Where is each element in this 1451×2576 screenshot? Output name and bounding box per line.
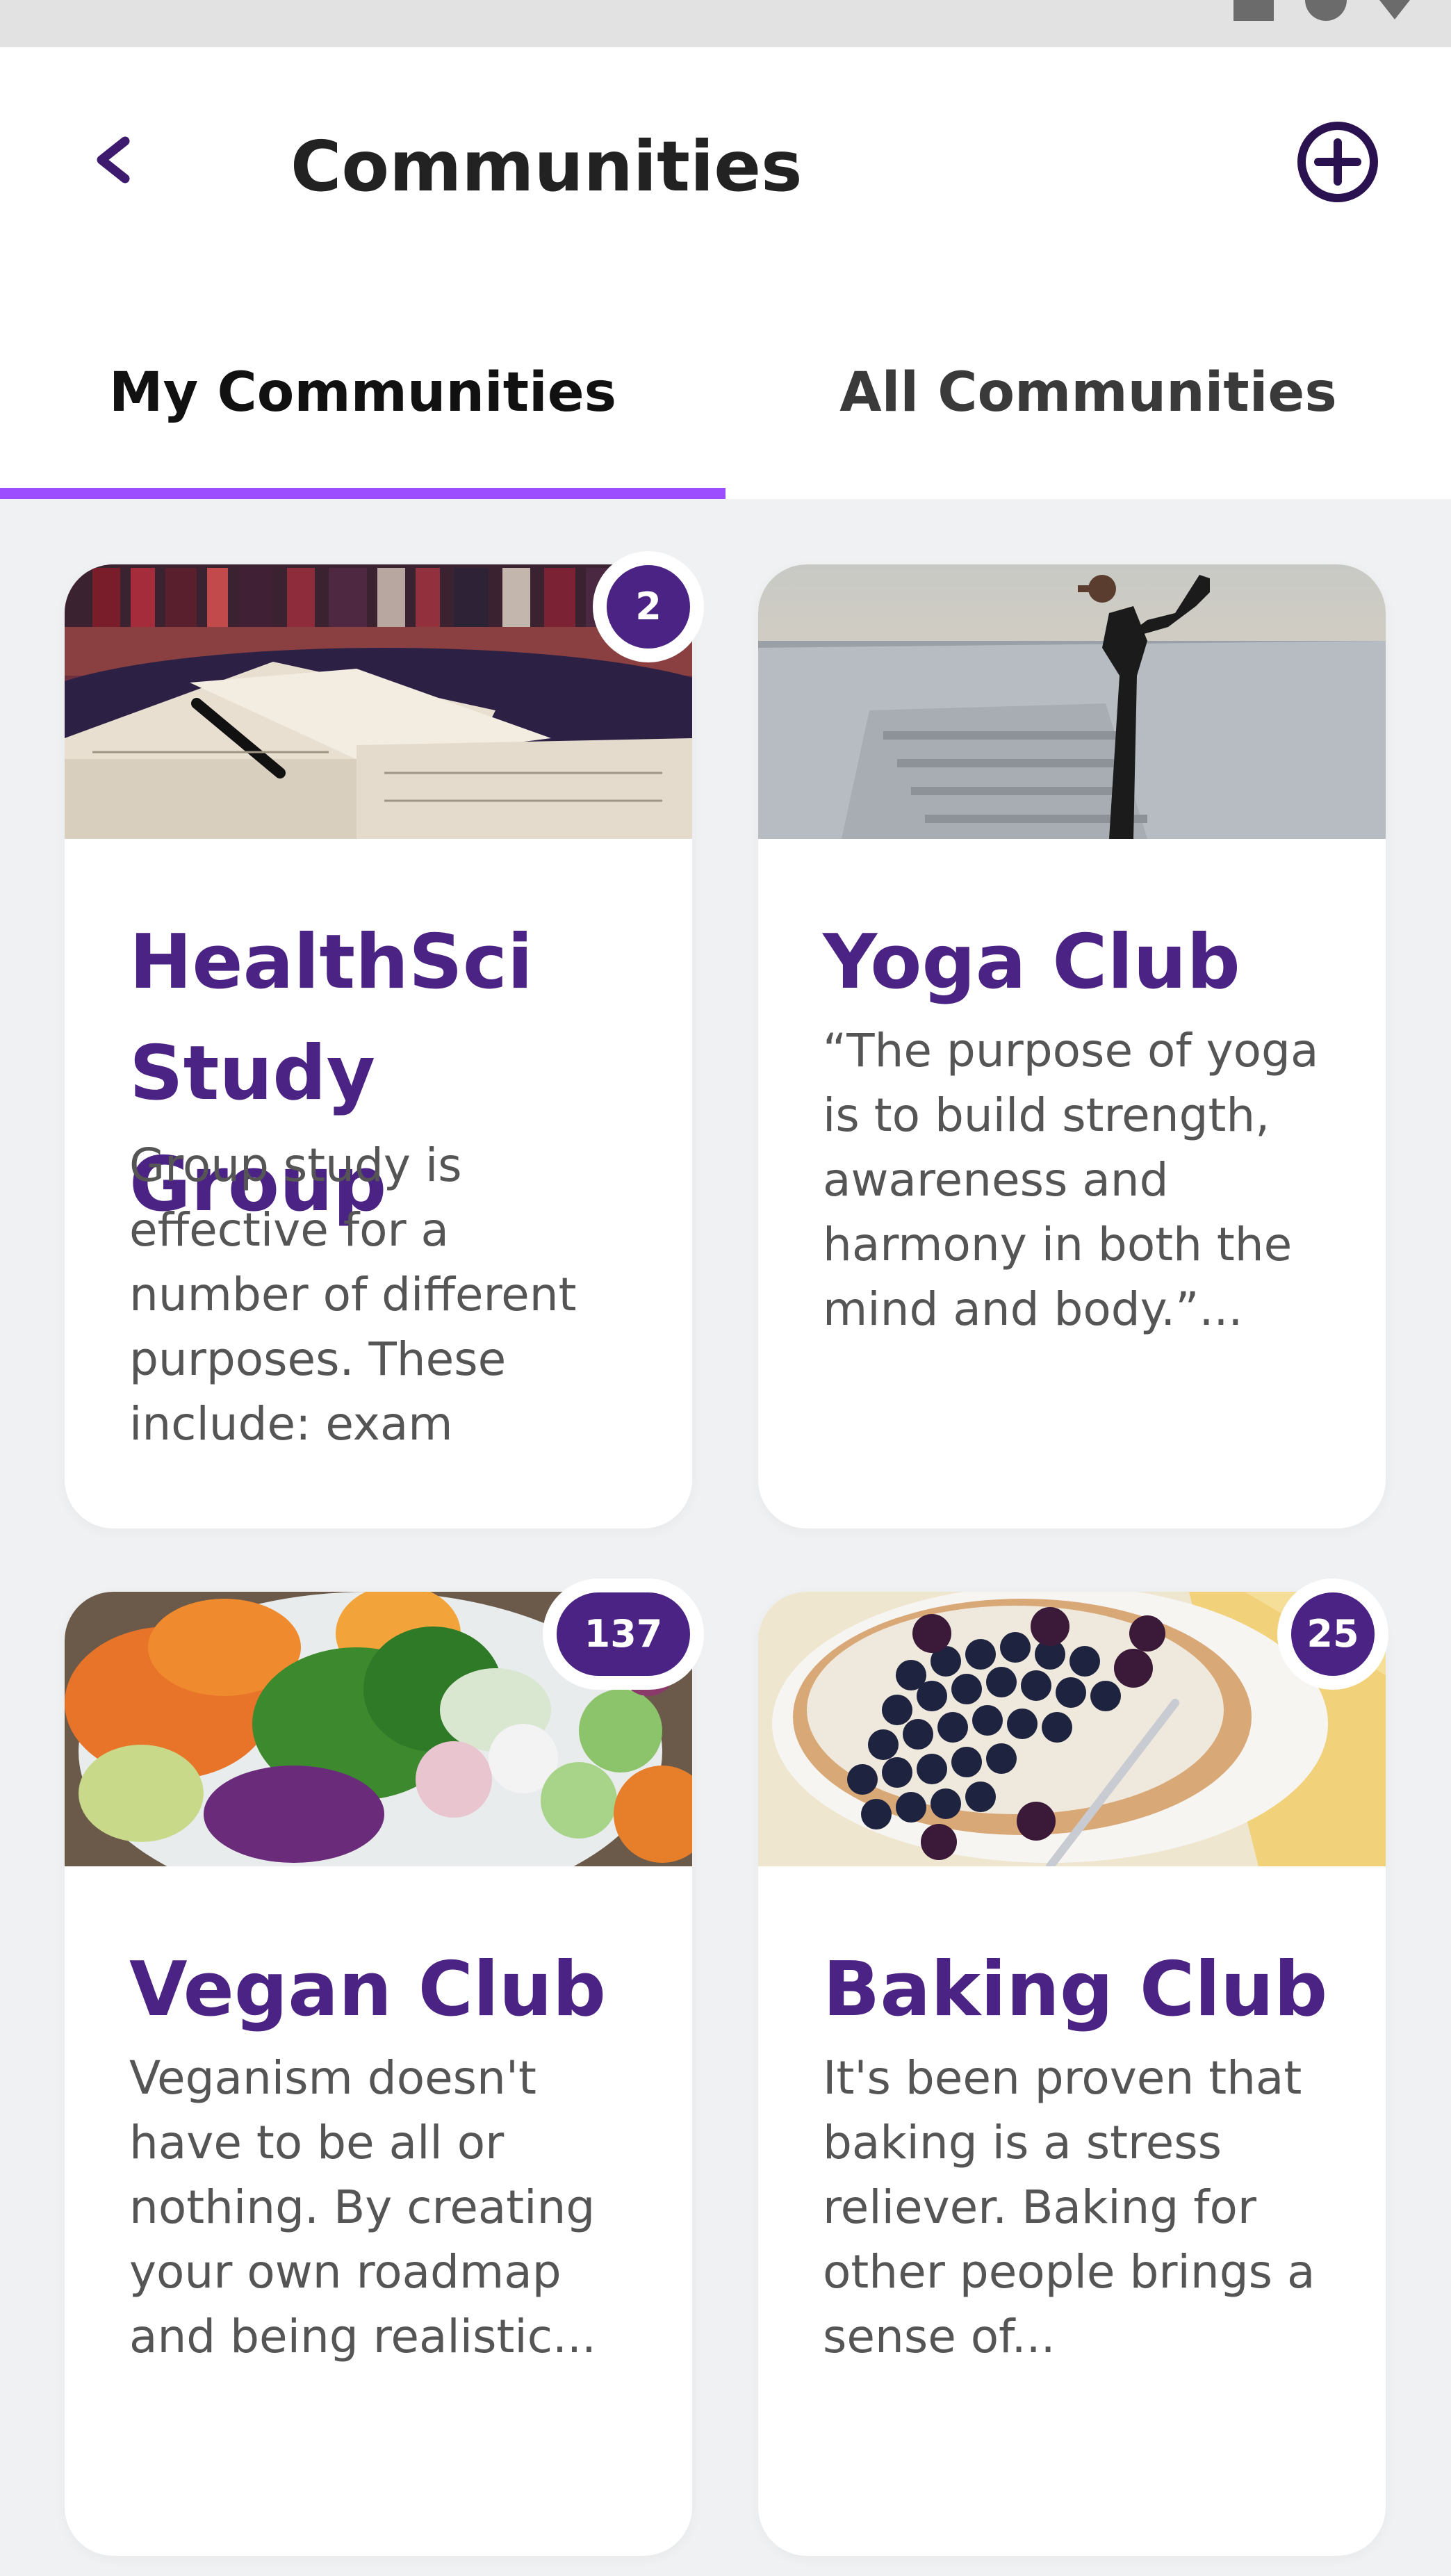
description-line: include: exam: [129, 1397, 453, 1451]
description-line: reliever. Baking for: [823, 2180, 1257, 2234]
battery-icon: [1379, 0, 1410, 19]
description-line: sense of...: [823, 2310, 1056, 2363]
community-card-healthsci[interactable]: HealthSci Study Group Group study is effe…: [65, 564, 692, 1529]
plus-circle-icon: [1297, 122, 1378, 202]
description-line: mind and body.”...: [823, 1282, 1243, 1336]
description-line: nothing. By creating: [129, 2180, 596, 2234]
description-line: Veganism doesn't: [129, 2051, 536, 2105]
description-line: harmony in both the: [823, 1218, 1293, 1271]
unread-count-badge: 25: [1291, 1592, 1375, 1676]
signal-icon: [1233, 0, 1274, 21]
status-bar: [0, 0, 1451, 47]
unread-count-badge: 2: [607, 565, 690, 649]
active-tab-indicator: [0, 488, 726, 499]
description-line: and being realistic...: [129, 2310, 596, 2363]
description-line: other people brings a: [823, 2245, 1315, 2299]
community-title: Vegan Club: [129, 1946, 607, 2033]
community-description: Veganism doesn't have to be all or nothing…: [129, 2046, 657, 2369]
community-description: “The purpose of yoga is to build strength…: [823, 1018, 1351, 1342]
community-title: Yoga Club: [823, 919, 1240, 1006]
description-line: baking is a stress: [823, 2116, 1222, 2169]
back-button[interactable]: [82, 115, 145, 205]
description-line: It's been proven that: [823, 2051, 1302, 2105]
description-line: is to build strength,: [823, 1089, 1270, 1142]
unread-badge-wrap: 137: [543, 1579, 704, 1690]
community-card-yoga[interactable]: Yoga Club “The purpose of yoga is to buil…: [758, 564, 1386, 1529]
add-community-button[interactable]: [1294, 118, 1382, 206]
unread-badge-wrap: 2: [593, 551, 704, 662]
page-title: Communities: [290, 126, 803, 207]
community-title: Baking Club: [823, 1946, 1328, 2033]
description-line: Group study is: [129, 1139, 462, 1192]
description-line: “The purpose of yoga: [823, 1024, 1319, 1077]
community-card-baking[interactable]: Baking Club It's been proven that baking …: [758, 1592, 1386, 2556]
unread-badge-wrap: 25: [1277, 1579, 1388, 1690]
tab-all-communities[interactable]: All Communities: [726, 348, 1451, 438]
unread-count-badge: 137: [557, 1592, 690, 1676]
description-line: purposes. These: [129, 1332, 507, 1386]
community-description: It's been proven that baking is a stress r…: [823, 2046, 1351, 2369]
description-line: have to be all or: [129, 2116, 505, 2169]
wifi-icon: [1305, 0, 1347, 21]
tab-my-communities[interactable]: My Communities: [0, 348, 726, 438]
chevron-left-icon: [97, 136, 130, 184]
community-description: Group study is effective for a number of d…: [129, 1133, 657, 1456]
description-line: awareness and: [823, 1153, 1169, 1207]
community-card-vegan[interactable]: Vegan Club Veganism doesn't have to be al…: [65, 1592, 692, 2556]
description-line: your own roadmap: [129, 2245, 561, 2299]
description-line: effective for a: [129, 1203, 450, 1257]
community-image: [758, 564, 1386, 839]
description-line: number of different: [129, 1268, 577, 1321]
